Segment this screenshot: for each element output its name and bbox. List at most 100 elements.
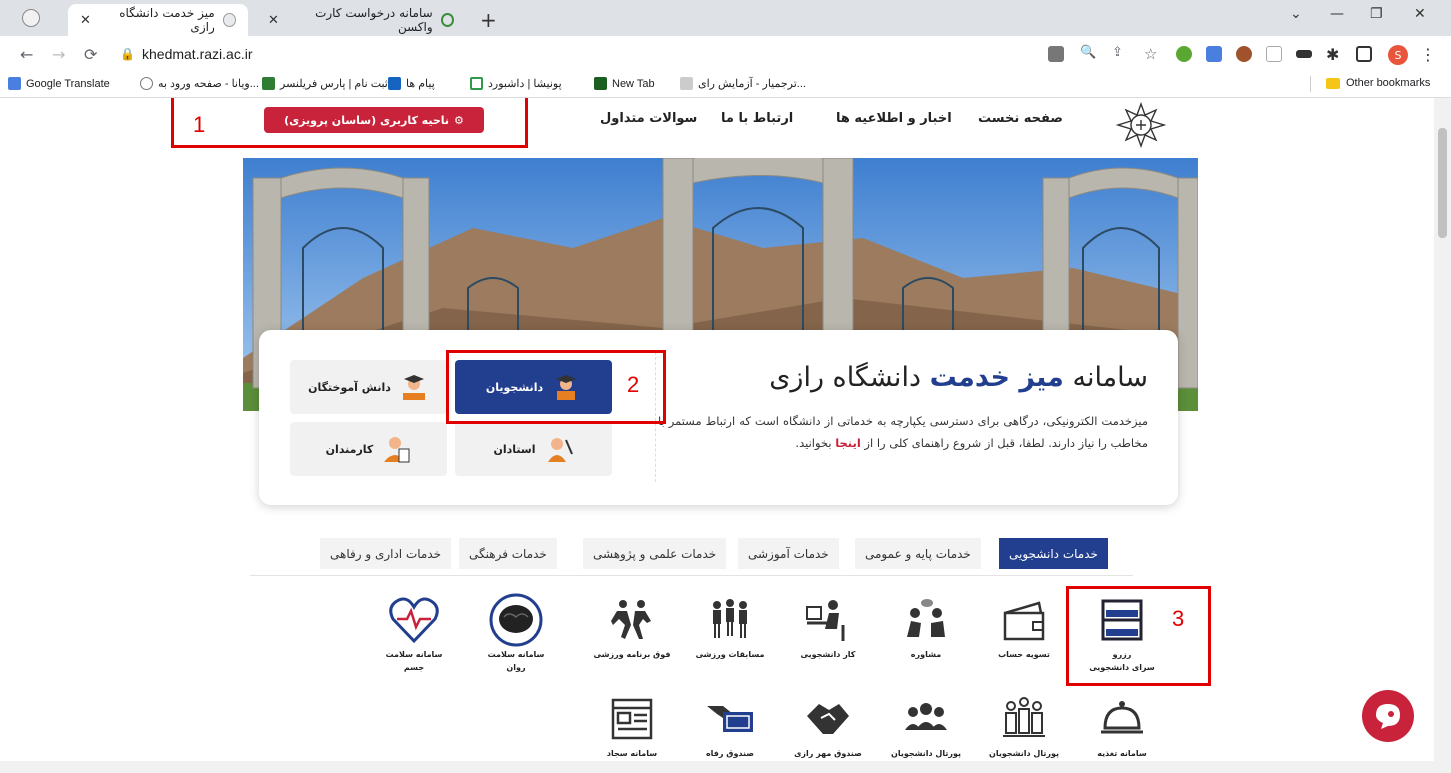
service-label: تسویه حساب — [998, 650, 1050, 659]
close-window-icon[interactable]: ✕ — [1414, 6, 1426, 22]
vertical-scrollbar[interactable] — [1434, 98, 1451, 761]
scrollbar-thumb[interactable] — [1438, 128, 1447, 238]
razi-university-logo[interactable] — [1112, 102, 1170, 148]
profile-avatar[interactable]: S — [1388, 45, 1408, 65]
tab-title: سامانه درخواست کارت واکسن — [315, 6, 433, 34]
bookmark-label: ثبت نام | پارس فریلنسر — [280, 78, 388, 90]
annotation-number: 3 — [1172, 606, 1185, 631]
role-professors[interactable]: استادان — [455, 422, 612, 476]
bookmark-parsfreelancer[interactable]: ثبت نام | پارس فریلنسر — [262, 77, 388, 90]
tab-vaccine[interactable]: سامانه درخواست کارت واکسن ✕ — [256, 4, 466, 36]
nav-news[interactable]: اخبار و اطلاعیه ها — [836, 111, 952, 126]
service-label: کار دانشجویی — [800, 650, 856, 659]
close-tab-icon[interactable]: ✕ — [80, 13, 91, 28]
tab-search-icon[interactable]: ⌄ — [1290, 6, 1302, 22]
bookmark-ponisha[interactable]: پونیشا | داشبورد — [470, 77, 562, 90]
chat-icon — [1376, 704, 1400, 729]
service-students-portal-b[interactable]: پورتال دانشجویان — [876, 693, 976, 760]
role-staff[interactable]: کارمندان — [290, 422, 447, 476]
role-label: دانش آموختگان — [308, 380, 391, 394]
bookmark-google-translate[interactable]: Google Translate — [8, 77, 110, 90]
title-highlight: میز خدمت — [929, 362, 1064, 393]
extension-cookie-icon[interactable] — [1236, 46, 1252, 62]
tab-cultural-services[interactable]: خدمات فرهنگی — [459, 538, 557, 569]
bookmarks-bar: Google Translate ویانا - صفحه ورود به...… — [0, 72, 1451, 98]
counseling-icon — [907, 599, 945, 637]
messages-icon — [388, 77, 401, 90]
tab-welfare-services[interactable]: خدمات اداری و رفاهی — [320, 538, 452, 569]
extension-mark-icon[interactable] — [1296, 50, 1312, 58]
bookmark-tarjomyar[interactable]: ترجمیار - آزمایش رای... — [680, 77, 806, 90]
tab-student-services[interactable]: خدمات دانشجویی — [999, 538, 1108, 569]
description-text: میزخدمت الکترونیکی، درگاهی برای دسترسی ی… — [658, 414, 1148, 450]
bookmark-star-icon[interactable]: ☆ — [1144, 45, 1157, 63]
service-extracurricular-sport[interactable]: فوق برنامه ورزشی — [582, 594, 682, 661]
pinned-tab-icon[interactable] — [22, 9, 40, 27]
service-label: سامانه سجاد — [606, 749, 658, 758]
annotation-number: 2 — [627, 372, 640, 397]
extension-globe-icon[interactable] — [1176, 46, 1192, 62]
service-students-portal-a[interactable]: پورتال دانشجویان — [974, 693, 1074, 760]
service-sajjad[interactable]: سامانه سجاد — [582, 693, 682, 760]
extension-translate-icon[interactable] — [1206, 46, 1222, 62]
service-label: سامانه تغذیه — [1097, 749, 1147, 758]
lock-icon: 🔒 — [120, 47, 135, 61]
nav-faq[interactable]: سوالات متداول — [600, 111, 697, 126]
tab-research-services[interactable]: خدمات علمی و پژوهشی — [583, 538, 727, 569]
service-label: مشاوره — [910, 650, 942, 659]
payment-icon — [707, 706, 753, 732]
nav-contact[interactable]: ارتباط با ما — [721, 111, 793, 126]
annotation-box-dorm — [1066, 586, 1211, 686]
service-nutrition[interactable]: سامانه تغذیه — [1072, 693, 1172, 760]
service-mental-health[interactable]: سامانه سلامت روان — [466, 593, 566, 674]
restore-icon[interactable]: ❐ — [1370, 6, 1383, 22]
bookmark-new-tab[interactable]: New Tab — [594, 77, 655, 90]
service-label: پورتال دانشجویان — [891, 749, 961, 758]
page-viewport: صفحه نخست اخبار و اطلاعیه ها ارتباط با م… — [0, 98, 1434, 761]
service-label: صندوق مهر رازی — [794, 749, 862, 758]
service-label: سامانه سلامت — [487, 650, 545, 659]
minimize-icon[interactable]: — — [1330, 6, 1344, 22]
new-tab-favicon-icon — [594, 77, 607, 90]
bookmark-viana[interactable]: ویانا - صفحه ورود به... — [140, 77, 259, 90]
other-bookmarks[interactable]: Other bookmarks — [1326, 77, 1430, 89]
new-tab-icon[interactable]: + — [480, 8, 497, 32]
service-welfare-fund[interactable]: صندوق رفاه — [680, 693, 780, 760]
service-label: فوق برنامه ورزشی — [593, 650, 671, 659]
bookmark-label: New Tab — [612, 77, 655, 90]
share-icon[interactable]: ⇪ — [1112, 45, 1123, 60]
service-mehr-fund[interactable]: صندوق مهر رازی — [778, 693, 878, 760]
annotation-box-user-area — [171, 98, 528, 148]
bookmark-label: ترجمیار - آزمایش رای... — [698, 78, 806, 90]
menu-kebab-icon[interactable]: ⋮ — [1420, 45, 1436, 64]
extensions-puzzle-icon[interactable]: ✱ — [1326, 45, 1339, 64]
back-icon[interactable]: ← — [20, 45, 33, 64]
zoom-icon[interactable]: 🔍 — [1080, 45, 1096, 60]
service-label: صندوق رفاه — [705, 749, 755, 758]
chat-support-button[interactable] — [1362, 690, 1414, 742]
guide-link[interactable]: اینجا — [835, 436, 861, 450]
horizontal-scrollbar[interactable] — [0, 761, 1451, 773]
tab-educational-services[interactable]: خدمات آموزشی — [738, 538, 839, 569]
forward-icon[interactable]: → — [52, 45, 65, 64]
service-physical-health[interactable]: سامانه سلامت جسم — [364, 594, 464, 674]
info-card: سامانه میز خدمت دانشگاه رازی میزخدمت الک… — [259, 330, 1178, 505]
role-alumni[interactable]: دانش آموختگان — [290, 360, 447, 414]
side-panel-icon[interactable] — [1356, 46, 1372, 62]
close-tab-icon[interactable]: ✕ — [268, 13, 279, 28]
service-student-work[interactable]: کار دانشجویی — [778, 594, 878, 661]
bookmark-messages[interactable]: پیام ها — [388, 77, 435, 90]
food-tray-icon — [1101, 701, 1143, 734]
reload-icon[interactable]: ⟳ — [84, 45, 97, 64]
extension-shield-icon[interactable] — [1266, 46, 1282, 62]
nav-home[interactable]: صفحه نخست — [978, 111, 1063, 126]
service-settlement[interactable]: تسویه حساب — [974, 594, 1074, 661]
service-sport-competitions[interactable]: مسابقات ورزشی — [680, 594, 780, 661]
tab-basic-services[interactable]: خدمات پایه و عمومی — [855, 538, 981, 569]
title-prefix: سامانه — [1072, 362, 1148, 393]
service-counseling[interactable]: مشاوره — [876, 594, 976, 661]
gear-icon — [140, 77, 153, 90]
translate-page-icon[interactable] — [1048, 46, 1064, 62]
tab-active[interactable]: میز خدمت دانشگاه رازی ✕ — [68, 4, 248, 36]
bookmark-label: ویانا - صفحه ورود به... — [158, 78, 259, 90]
